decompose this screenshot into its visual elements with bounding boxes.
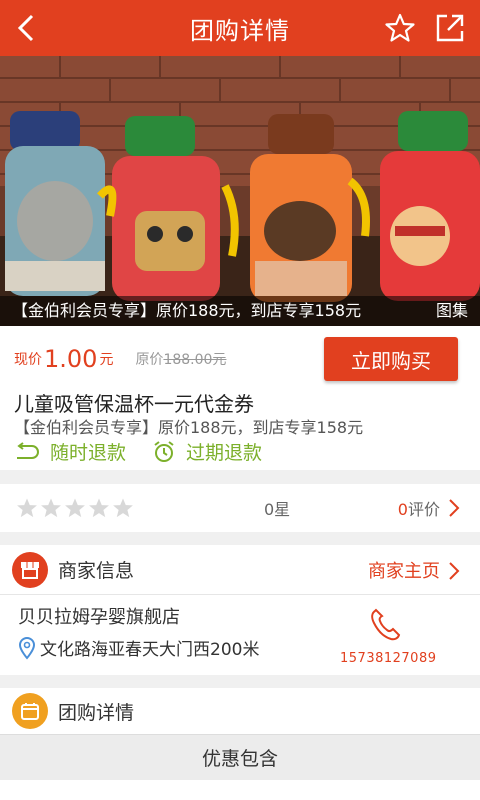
offer-content-preview xyxy=(0,780,480,800)
group-detail-header: 团购详情 xyxy=(0,688,480,734)
merchant-home-link[interactable]: 商家主页 xyxy=(368,557,440,583)
shop-name: 贝贝拉姆孕婴旗舰店 xyxy=(18,607,180,628)
rating-row[interactable]: 0星 0评价 xyxy=(0,484,480,532)
share-button[interactable] xyxy=(430,8,470,48)
refund-expired-label: 过期退款 xyxy=(186,442,263,464)
gallery-link[interactable]: 图集 xyxy=(436,296,468,326)
shop-address-text: 文化路海亚春天大门西200米 xyxy=(40,640,260,660)
shop-address[interactable]: 文化路海亚春天大门西200米 xyxy=(18,635,259,660)
current-price-label: 现价 xyxy=(14,352,42,368)
refund-expired: 过期退款 xyxy=(152,438,262,465)
image-caption: 【金伯利会员专享】原价188元，到店专享158元 xyxy=(12,301,362,320)
refund-anytime: 随时退款 xyxy=(14,438,126,465)
back-button[interactable] xyxy=(6,8,46,48)
rating-star-icon xyxy=(41,498,61,518)
call-button[interactable]: 15738127089 xyxy=(340,607,437,666)
rating-star-icon xyxy=(17,498,37,518)
phone-number: 15738127089 xyxy=(340,651,437,666)
star-icon xyxy=(385,13,415,42)
rating-star-icon xyxy=(113,498,133,518)
favorite-button[interactable] xyxy=(380,8,420,48)
deal-info: 现价 1.00 元 原价 188.00元 立即购买 儿童吸管保温杯一元代金券 【… xyxy=(0,326,480,470)
review-label: 评价 xyxy=(407,500,440,519)
calendar-icon xyxy=(12,693,48,729)
refund-anytime-label: 随时退款 xyxy=(50,442,127,464)
alarm-clock-icon xyxy=(154,440,174,462)
chevron-left-icon xyxy=(17,14,34,42)
chevron-right-icon xyxy=(449,499,460,517)
original-price-value: 188.00元 xyxy=(163,352,227,368)
review-number: 0 xyxy=(397,500,408,519)
shop-icon xyxy=(12,551,48,588)
top-bar: 团购详情 xyxy=(0,0,480,56)
rating-star-icon xyxy=(65,498,85,518)
original-price-label: 原价 xyxy=(135,352,164,368)
review-count: 0评价 xyxy=(398,496,440,520)
star-rating xyxy=(16,497,134,519)
buy-now-button[interactable]: 立即购买 xyxy=(324,337,458,381)
phone-icon xyxy=(371,608,401,641)
group-detail-title: 团购详情 xyxy=(58,701,135,724)
chevron-right-icon xyxy=(449,562,460,580)
location-pin-icon xyxy=(18,636,36,660)
rating-star-icon xyxy=(89,498,109,518)
page-title: 团购详情 xyxy=(190,16,290,45)
product-photo xyxy=(0,56,480,326)
product-image-carousel[interactable]: 【金伯利会员专享】原价188元，到店专享158元 图集 xyxy=(0,56,480,326)
merchant-section-title: 商家信息 xyxy=(58,560,135,582)
offer-includes-header: 优惠包含 xyxy=(0,734,480,780)
product-subtitle: 【金伯利会员专享】原价188元，到店专享158元 xyxy=(14,418,364,437)
current-price-value: 1.00 xyxy=(44,345,98,373)
star-count: 0星 xyxy=(264,500,291,519)
product-title: 儿童吸管保温杯一元代金券 xyxy=(14,392,254,416)
refund-policy: 随时退款 过期退款 xyxy=(14,438,288,465)
image-caption-bar: 【金伯利会员专享】原价188元，到店专享158元 图集 xyxy=(0,296,480,326)
merchant-section: 商家信息 商家主页 贝贝拉姆孕婴旗舰店 文化路海亚春天大门西200米 15738… xyxy=(0,545,480,675)
return-arrow-icon xyxy=(17,441,39,459)
share-icon xyxy=(436,14,464,42)
price-row: 现价 1.00 元 原价 188.00元 立即购买 xyxy=(14,336,458,382)
current-price-unit: 元 xyxy=(99,352,114,368)
